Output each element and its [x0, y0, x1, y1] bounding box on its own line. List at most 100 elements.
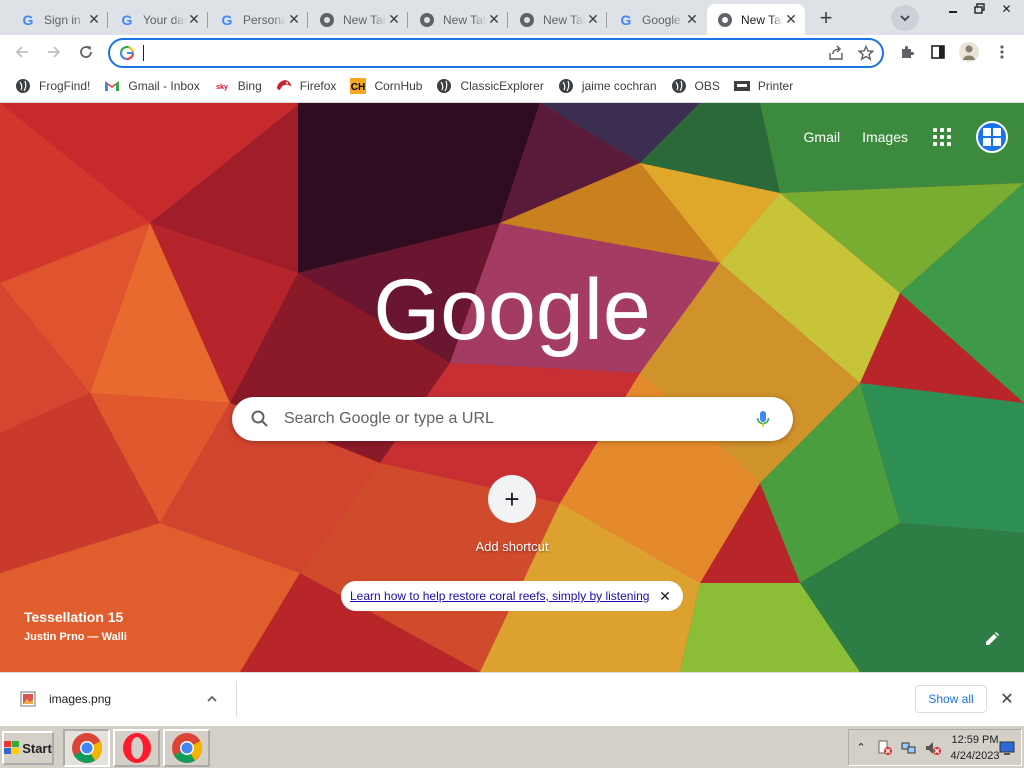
bookmark-jaime-cochran[interactable]: jaime cochran	[551, 73, 664, 99]
taskbar-chrome-active[interactable]	[63, 729, 110, 767]
bookmark-gmail[interactable]: Gmail - Inbox	[97, 73, 206, 99]
window-close-button[interactable]: ✕	[993, 0, 1020, 17]
opera-icon	[122, 733, 151, 763]
google-g-icon: G	[219, 12, 235, 28]
background-author: Justin Prno — Walli	[24, 631, 127, 643]
close-icon[interactable]: ✕	[386, 11, 402, 28]
show-desktop-icon[interactable]	[999, 740, 1015, 756]
back-button[interactable]	[8, 38, 36, 66]
tab-new-tab-3[interactable]: New Tab ✕	[509, 4, 607, 35]
taskbar-opera[interactable]	[113, 729, 160, 767]
bookmark-star-icon[interactable]	[856, 43, 876, 63]
google-g-icon: G	[20, 12, 36, 28]
clock[interactable]: 12:59 PM 4/24/2023	[949, 732, 1001, 764]
address-input[interactable]	[150, 43, 750, 63]
bookmark-frogfind[interactable]: FrogFind!	[8, 73, 97, 99]
forward-button[interactable]	[40, 38, 68, 66]
volume-muted-icon[interactable]	[925, 740, 941, 756]
background-title: Tessellation 15	[24, 609, 124, 625]
close-shelf-button[interactable]: ✕	[997, 689, 1017, 709]
globe-icon	[671, 78, 687, 94]
tab-title: Personal	[243, 12, 286, 27]
close-icon[interactable]: ✕	[684, 11, 700, 28]
address-bar[interactable]	[108, 38, 884, 68]
search-icon	[251, 410, 268, 427]
close-icon[interactable]: ✕	[86, 11, 102, 28]
images-link[interactable]: Images	[862, 129, 908, 145]
new-tab-button[interactable]: +	[812, 5, 840, 31]
security-alert-icon[interactable]	[877, 740, 893, 756]
svg-text:Google: Google	[373, 262, 650, 358]
account-avatar[interactable]	[976, 121, 1008, 153]
puzzle-icon	[902, 46, 914, 58]
close-icon[interactable]: ✕	[657, 588, 673, 604]
bookmark-cornhub[interactable]: CH CornHub	[343, 73, 429, 99]
tab-new-tab-2[interactable]: New Tab ✕	[409, 4, 508, 35]
show-all-button[interactable]: Show all	[915, 685, 987, 713]
search-input[interactable]	[284, 407, 744, 431]
download-item[interactable]: images.png	[0, 681, 237, 717]
windows-flag-icon	[4, 741, 20, 754]
restore-button[interactable]	[966, 0, 993, 17]
minimize-button[interactable]	[939, 0, 966, 17]
background-attribution[interactable]: Tessellation 15 Justin Prno — Walli	[24, 609, 127, 643]
chrome-icon	[419, 12, 435, 28]
bookmark-firefox[interactable]: Firefox	[269, 73, 344, 99]
bookmark-label: Bing	[237, 79, 262, 93]
tray-expand-icon[interactable]: ⌃	[853, 740, 869, 756]
promo-link[interactable]: Learn how to help restore coral reefs, s…	[350, 589, 649, 603]
microphone-icon[interactable]	[753, 409, 773, 429]
bookmark-obs[interactable]: OBS	[664, 73, 727, 99]
ntp-top-links: Gmail Images	[804, 121, 1008, 153]
extensions-button[interactable]	[893, 38, 921, 66]
tab-personal[interactable]: G Personal ✕	[209, 4, 308, 35]
tab-sign-in[interactable]: G Sign in ✕	[10, 4, 108, 35]
tab-your-data[interactable]: G Your data ✕	[109, 4, 208, 35]
tab-title: Sign in	[44, 12, 81, 27]
tab-title: Your data	[143, 12, 186, 27]
apps-grid-icon[interactable]	[930, 125, 954, 149]
pencil-icon[interactable]	[984, 631, 1000, 647]
bookmarks-bar: FrogFind! Gmail - Inbox sky Bing Firefox…	[0, 70, 1024, 103]
tab-new-tab-active[interactable]: New Tab ✕	[707, 4, 805, 35]
bookmark-bing[interactable]: sky Bing	[207, 73, 269, 99]
close-icon[interactable]: ✕	[186, 11, 202, 28]
bookmark-classicexplorer[interactable]: ClassicExplorer	[429, 73, 550, 99]
close-icon[interactable]: ✕	[783, 11, 799, 28]
network-icon[interactable]	[901, 740, 917, 756]
gmail-link[interactable]: Gmail	[804, 129, 841, 145]
reload-button[interactable]	[72, 38, 100, 66]
start-button[interactable]: Start	[2, 731, 54, 765]
menu-button[interactable]	[988, 38, 1016, 66]
google-logo: Google	[373, 262, 650, 358]
tab-search-button[interactable]	[891, 5, 919, 31]
google-g-icon	[119, 45, 135, 61]
kebab-menu-icon	[1000, 45, 1004, 59]
globe-icon	[436, 78, 452, 94]
chrome-icon	[319, 12, 335, 28]
add-shortcut-button[interactable]: + Add shortcut	[464, 475, 560, 554]
svg-text:G: G	[222, 12, 233, 28]
close-icon[interactable]: ✕	[486, 11, 502, 28]
tab-google[interactable]: G Google ✕	[608, 4, 706, 35]
tab-strip: G Sign in ✕ G Your data ✕ G Personal ✕ N…	[0, 0, 1024, 35]
close-icon[interactable]: ✕	[585, 11, 601, 28]
share-icon[interactable]	[826, 43, 846, 63]
promo-banner: Learn how to help restore coral reefs, s…	[341, 581, 683, 611]
download-file-name: images.png	[49, 692, 112, 706]
taskbar-chrome[interactable]	[163, 729, 210, 767]
bookmark-label: CornHub	[374, 79, 423, 93]
profile-button[interactable]	[955, 38, 983, 66]
tab-title: New Tab	[741, 12, 783, 27]
start-label: Start	[22, 740, 52, 756]
browser-toolbar	[0, 35, 1024, 70]
chevron-up-icon[interactable]	[200, 687, 224, 711]
close-icon[interactable]: ✕	[286, 11, 302, 28]
bookmark-printer[interactable]: Printer	[727, 73, 800, 99]
text-cursor	[143, 45, 144, 61]
tab-new-tab-1[interactable]: New Tab ✕	[309, 4, 408, 35]
tab-title: New Tab	[343, 12, 386, 27]
side-panel-button[interactable]	[924, 38, 952, 66]
ntp-search-box[interactable]	[232, 397, 793, 441]
avatar	[959, 42, 979, 62]
